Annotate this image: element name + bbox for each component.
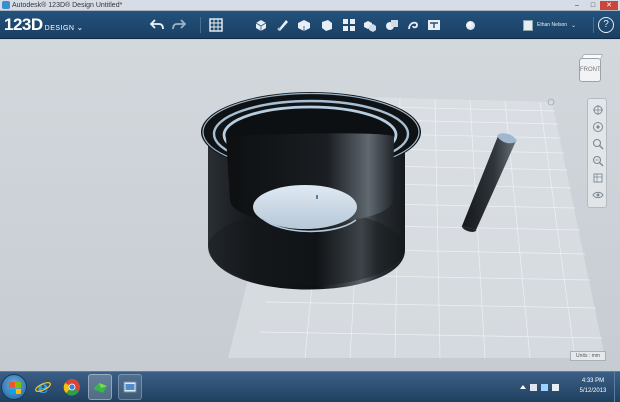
flag-icon[interactable]: [530, 383, 537, 391]
windows-logo-icon: [9, 382, 21, 394]
construct-icon[interactable]: [295, 15, 313, 35]
toolbar-separator: [593, 17, 594, 33]
fit-icon[interactable]: [592, 155, 604, 167]
network-icon[interactable]: [541, 383, 548, 391]
measure-icon[interactable]: [404, 15, 422, 35]
clock-time: 4:33 PM: [581, 378, 605, 384]
modify-icon[interactable]: [318, 15, 336, 35]
window-title-bar: Autodesk® 123D® Design Untitled* – □ ✕: [0, 0, 620, 11]
chevron-down-icon: ⌄: [571, 22, 577, 29]
window-title: Autodesk® 123D® Design Untitled*: [12, 2, 123, 9]
app-icon: [2, 1, 10, 9]
close-button[interactable]: ✕: [600, 1, 618, 10]
orbit-icon[interactable]: [592, 121, 604, 133]
navigation-bar: [587, 98, 607, 208]
toolbar-separator: [200, 17, 201, 33]
redo-icon[interactable]: [170, 15, 188, 35]
pattern-icon[interactable]: [340, 15, 358, 35]
help-button[interactable]: ?: [598, 17, 614, 33]
3d-viewport[interactable]: FRONT Units : mm: [0, 40, 620, 371]
view-cube-face[interactable]: FRONT: [579, 58, 601, 82]
logo-sub: DESIGN: [44, 25, 75, 32]
show-desktop-button[interactable]: [614, 372, 620, 402]
clock-date: 5/12/2013: [579, 388, 607, 394]
clock[interactable]: 4:33 PM 5/12/2013: [575, 376, 611, 396]
group-icon[interactable]: [361, 15, 379, 35]
windows-taskbar: e 4:33 PM 5/12/2013: [0, 371, 620, 402]
maximize-button[interactable]: □: [586, 1, 600, 10]
svg-text:e: e: [38, 378, 49, 396]
material-icon[interactable]: [462, 15, 478, 35]
avatar: [523, 19, 533, 31]
app-menu-button[interactable]: 123D DESIGN ⌄: [4, 14, 83, 36]
text-icon[interactable]: [425, 15, 443, 35]
minimize-button[interactable]: –: [570, 1, 584, 10]
transform-icon[interactable]: [252, 15, 270, 35]
chrome-icon[interactable]: [60, 374, 84, 400]
chevron-down-icon: ⌄: [76, 23, 84, 32]
pan-icon[interactable]: [592, 104, 604, 116]
zoom-icon[interactable]: [592, 138, 604, 150]
cylinder-model[interactable]: [201, 92, 421, 290]
visibility-icon[interactable]: [592, 189, 604, 201]
view-options-icon[interactable]: [592, 172, 604, 184]
windows-explorer-icon[interactable]: [118, 374, 142, 400]
user-name: Ethan Nelson: [537, 22, 568, 28]
123d-design-icon[interactable]: [88, 374, 112, 400]
logo-main: 123D: [4, 15, 43, 34]
combine-icon[interactable]: [383, 15, 401, 35]
tray-chevron-icon[interactable]: [520, 385, 526, 389]
view-cube[interactable]: FRONT: [576, 54, 606, 86]
system-tray: [520, 378, 559, 396]
sketch-icon[interactable]: [274, 15, 292, 35]
grid-icon[interactable]: [207, 15, 225, 35]
undo-icon[interactable]: [148, 15, 166, 35]
units-button[interactable]: Units : mm: [570, 351, 606, 361]
material-ball-icon: [465, 20, 475, 30]
scene-canvas[interactable]: [0, 40, 620, 371]
volume-icon[interactable]: [552, 383, 559, 391]
app-toolbar: 123D DESIGN ⌄ Ethan Nelson ⌄ ?: [0, 11, 620, 39]
start-button[interactable]: [1, 374, 27, 400]
internet-explorer-icon[interactable]: e: [31, 374, 55, 400]
user-account[interactable]: Ethan Nelson ⌄: [523, 18, 576, 32]
